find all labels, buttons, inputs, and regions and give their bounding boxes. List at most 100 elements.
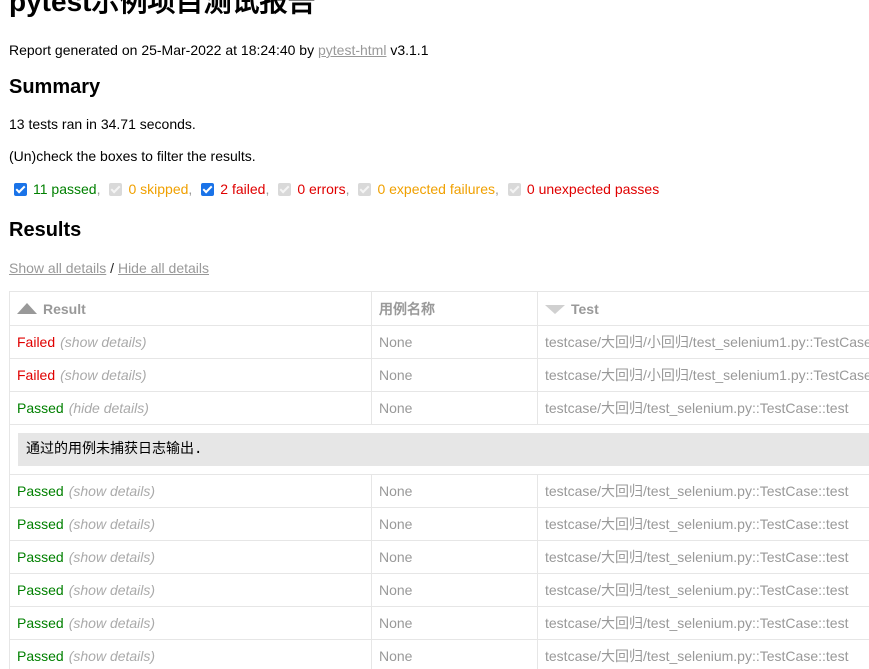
filter-checkbox xyxy=(358,182,372,196)
table-row: Passed (show details) None testcase/大回归/tes… xyxy=(9,639,869,669)
filter-hint-text: (Un)check the boxes to filter the result… xyxy=(9,148,256,164)
details-row: 通过的用例未捕获日志输出. xyxy=(9,424,869,475)
filter-separator: , xyxy=(188,181,193,197)
filter-label: 0 skipped xyxy=(128,181,189,197)
table-row: Passed (show details) None testcase/大回归/tes… xyxy=(9,573,869,607)
details-toggle[interactable]: (hide details) xyxy=(69,400,149,416)
case-name-cell: None xyxy=(371,391,538,425)
result-cell: Passed (show details) xyxy=(9,540,372,574)
test-path-cell: testcase/大回归/小回归/test_selenium1.py::Test… xyxy=(537,358,869,392)
filter-checkbox[interactable] xyxy=(201,182,215,196)
result-status: Failed xyxy=(17,334,56,350)
result-status: Failed xyxy=(17,367,56,383)
result-status: Passed xyxy=(17,400,64,416)
case-name-cell: None xyxy=(371,474,538,508)
test-path-cell: testcase/大回归/test_selenium.py::TestCase:… xyxy=(537,391,869,425)
report-meta: Report generated on 25-Mar-2022 at 18:24… xyxy=(9,42,428,58)
pytest-html-link[interactable]: pytest-html xyxy=(318,42,386,58)
result-status: Passed xyxy=(17,549,64,565)
filter-label: 0 expected failures xyxy=(377,181,495,197)
result-status: Passed xyxy=(17,582,64,598)
result-status: Passed xyxy=(17,615,64,631)
test-column-label: Test xyxy=(571,300,599,317)
test-path-cell: testcase/大回归/test_selenium.py::TestCase:… xyxy=(537,639,869,669)
details-toggle-links: Show all details / Hide all details xyxy=(9,260,209,276)
filter-checkbox xyxy=(507,182,521,196)
result-cell: Passed (show details) xyxy=(9,606,372,640)
version-text: v3.1.1 xyxy=(386,42,429,58)
case-name-column-header[interactable]: 用例名称 xyxy=(371,291,538,326)
table-row: Passed (show details) None testcase/大回归/tes… xyxy=(9,540,869,574)
filter-label: 2 failed xyxy=(220,181,266,197)
hide-all-details-link[interactable]: Hide all details xyxy=(118,260,209,276)
test-path-cell: testcase/大回归/小回归/test_selenium1.py::Test… xyxy=(537,325,869,359)
result-column-label: Result xyxy=(43,300,86,317)
details-toggle[interactable]: (show details) xyxy=(69,582,155,598)
results-body: Failed (show details) None testcase/大回归/小回归… xyxy=(9,325,869,669)
filter-checkbox xyxy=(109,182,123,196)
table-row: Passed (hide details) None testcase/大回归/tes… xyxy=(9,391,869,425)
filter-separator: , xyxy=(265,181,270,197)
filter-item: 0 skipped, xyxy=(104,181,196,197)
case-name-cell: None xyxy=(371,507,538,541)
test-path-cell: testcase/大回归/test_selenium.py::TestCase:… xyxy=(537,507,869,541)
filter-checkbox xyxy=(278,182,292,196)
case-name-cell: None xyxy=(371,540,538,574)
case-name-cell: None xyxy=(371,606,538,640)
details-toggle[interactable]: (show details) xyxy=(69,516,155,532)
result-status: Passed xyxy=(17,483,64,499)
case-name-cell: None xyxy=(371,325,538,359)
result-status: Passed xyxy=(17,648,64,664)
table-row: Failed (show details) None testcase/大回归/小回归… xyxy=(9,325,869,359)
filter-label: 0 unexpected passes xyxy=(526,181,660,197)
details-toggle[interactable]: (show details) xyxy=(60,367,146,383)
test-path-cell: testcase/大回归/test_selenium.py::TestCase:… xyxy=(537,474,869,508)
filter-item: 0 expected failures, xyxy=(353,181,502,197)
result-cell: Failed (show details) xyxy=(9,325,372,359)
result-cell: Passed (show details) xyxy=(9,639,372,669)
results-table: Result 用例名称 Test Failed (show details) Non… xyxy=(9,291,869,669)
sort-asc-icon xyxy=(17,302,37,314)
sort-inactive-icon xyxy=(545,305,565,315)
result-cell: Passed (show details) xyxy=(9,474,372,508)
filter-item: 2 failed, xyxy=(196,181,273,197)
table-row: Failed (show details) None testcase/大回归/小回归… xyxy=(9,358,869,392)
case-name-cell: None xyxy=(371,573,538,607)
filter-item: 0 unexpected passes xyxy=(503,181,659,197)
test-path-cell: testcase/大回归/test_selenium.py::TestCase:… xyxy=(537,573,869,607)
table-row: Passed (show details) None testcase/大回归/tes… xyxy=(9,507,869,541)
filter-item: 11 passed, xyxy=(9,181,104,197)
result-status: Passed xyxy=(17,516,64,532)
table-row: Passed (show details) None testcase/大回归/tes… xyxy=(9,474,869,508)
table-row: Passed (show details) None testcase/大回归/tes… xyxy=(9,606,869,640)
result-cell: Passed (show details) xyxy=(9,573,372,607)
result-cell: Failed (show details) xyxy=(9,358,372,392)
result-filters: 11 passed, 0 skipped, 2 failed, 0 errors, 0 … xyxy=(9,181,659,197)
details-toggle[interactable]: (show details) xyxy=(60,334,146,350)
results-heading: Results xyxy=(9,219,82,241)
result-cell: Passed (show details) xyxy=(9,507,372,541)
result-cell: Passed (hide details) xyxy=(9,391,372,425)
filter-item: 0 errors, xyxy=(273,181,353,197)
details-toggle[interactable]: (show details) xyxy=(69,483,155,499)
show-all-details-link[interactable]: Show all details xyxy=(9,260,106,276)
details-cell: 通过的用例未捕获日志输出. xyxy=(9,424,869,475)
case-name-cell: None xyxy=(371,639,538,669)
details-toggle[interactable]: (show details) xyxy=(69,549,155,565)
results-header-row: Result 用例名称 Test xyxy=(9,291,869,326)
details-toggle[interactable]: (show details) xyxy=(69,648,155,664)
page-title: pytest示例项目测试报告 xyxy=(9,0,316,17)
generated-text: Report generated on 25-Mar-2022 at 18:24… xyxy=(9,42,318,58)
filter-label: 0 errors xyxy=(297,181,346,197)
filter-separator: , xyxy=(96,181,101,197)
filter-checkbox[interactable] xyxy=(14,182,27,196)
filter-label: 11 passed xyxy=(33,181,97,197)
result-column-header[interactable]: Result xyxy=(9,291,372,326)
test-path-cell: testcase/大回归/test_selenium.py::TestCase:… xyxy=(537,606,869,640)
test-column-header[interactable]: Test xyxy=(537,291,869,326)
tests-ran-text: 13 tests ran in 34.71 seconds. xyxy=(9,116,196,132)
details-toggle[interactable]: (show details) xyxy=(69,615,155,631)
filter-separator: , xyxy=(345,181,350,197)
filter-separator: , xyxy=(495,181,499,197)
log-output: 通过的用例未捕获日志输出. xyxy=(18,433,869,466)
